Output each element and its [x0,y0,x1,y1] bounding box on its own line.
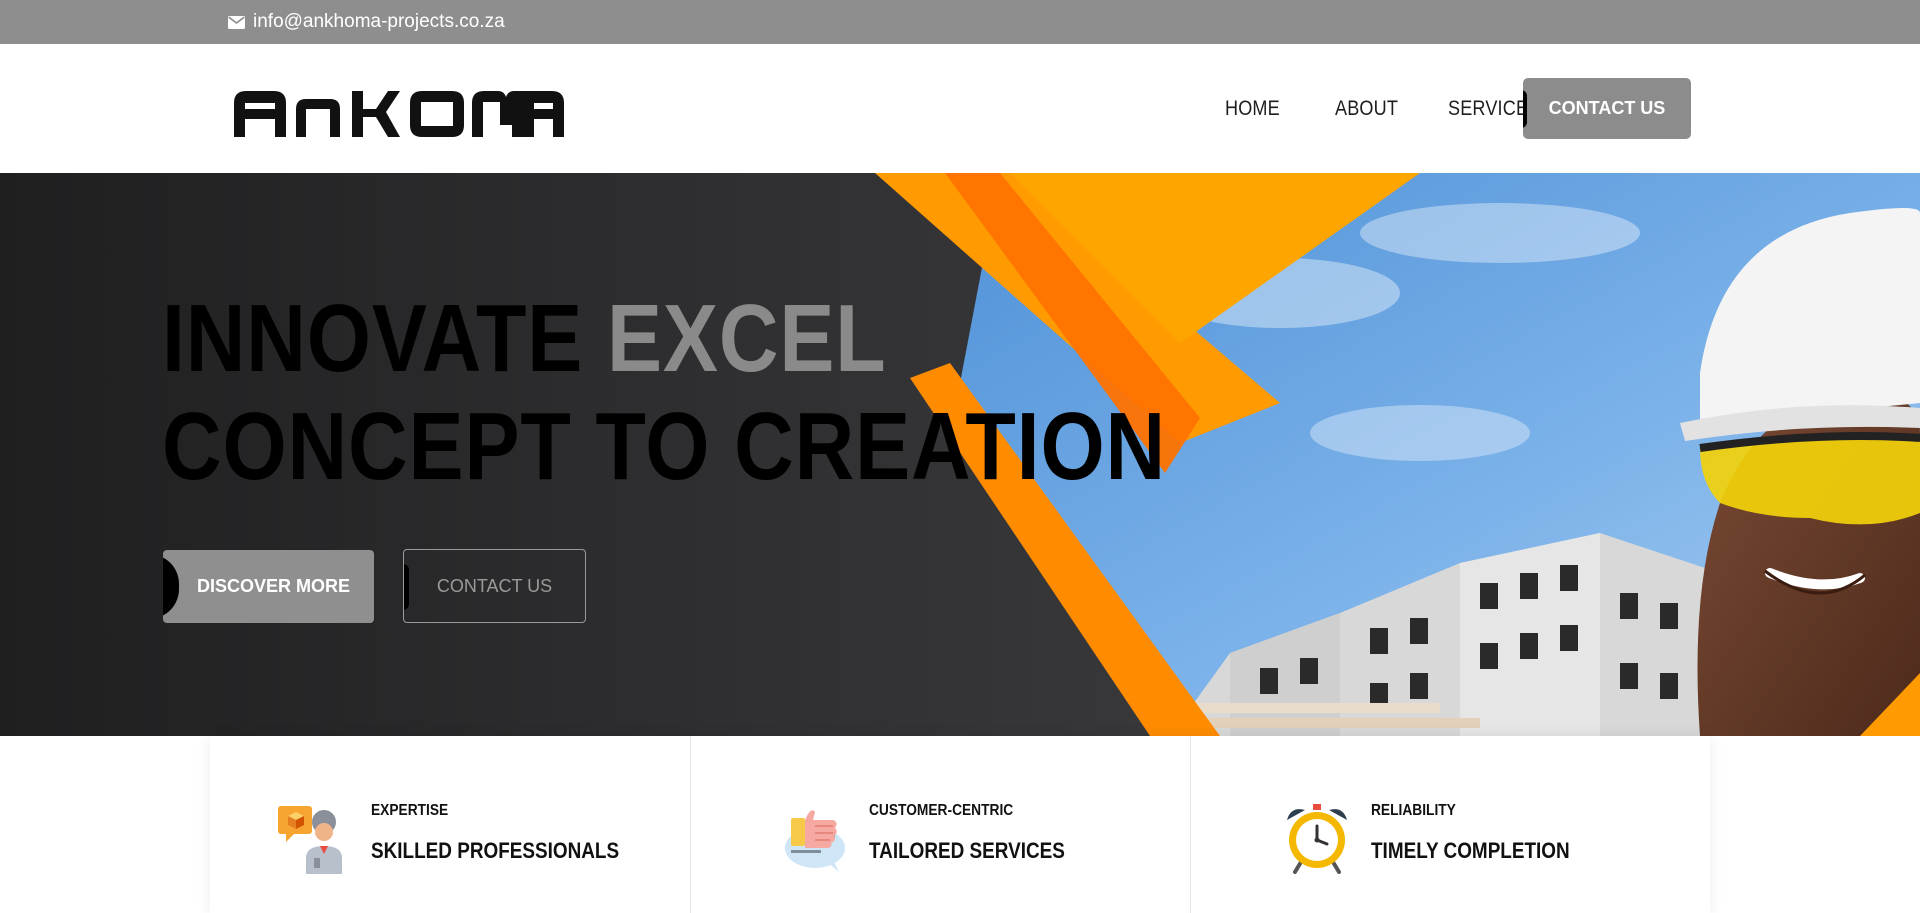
hero-title-line-1: INNOVATE EXCEL [162,285,1166,393]
contact-email-text: info@ankhoma-projects.co.za [253,11,505,32]
nav-home-label: HOME [1225,96,1280,120]
hero-section: INNOVATE EXCEL CONCEPT TO CREATION DISCO… [0,173,1920,736]
discover-more-button[interactable]: DISCOVER MORE [163,550,374,623]
ankoma-logo[interactable] [234,87,564,137]
envelope-icon [228,15,245,29]
professionals-icon [276,802,348,874]
feature-title: TIMELY COMPLETION [1371,838,1570,863]
header-contact-label: CONTACT US [1548,98,1666,118]
hero-title-excel: EXCEL [607,285,887,392]
feature-kicker: CUSTOMER-CENTRIC [869,802,1014,819]
header-contact-button[interactable]: CONTACT US [1523,78,1691,139]
nav-about-label: ABOUT [1334,96,1398,120]
hero-contact-label: CONTACT US [436,575,553,596]
nav-home[interactable]: HOME [1225,97,1280,121]
hero-contact-button[interactable]: CONTACT US [403,549,586,623]
feature-card: CUSTOMER-CENTRIC TAILORED SERVICES [691,736,1191,913]
feature-kicker: RELIABILITY [1371,802,1456,819]
discover-more-label: DISCOVER MORE [196,576,351,596]
feature-kicker: EXPERTISE [371,802,449,819]
feature-card: RELIABILITY TIMELY COMPLETION [1191,736,1710,913]
hero-title: INNOVATE EXCEL CONCEPT TO CREATION [162,285,1166,501]
site-header: HOME ABOUT SERVICE CONTACT US [0,44,1920,173]
feature-text: EXPERTISE SKILLED PROFESSIONALS [371,802,659,864]
nav-about[interactable]: ABOUT [1335,97,1398,121]
hero-title-innovate: INNOVATE [162,285,584,392]
hero-title-line-2: CONCEPT TO CREATION [162,393,1167,500]
feature-text: CUSTOMER-CENTRIC TAILORED SERVICES [869,802,1097,864]
feature-card: EXPERTISE SKILLED PROFESSIONALS [210,736,691,913]
features-strip: EXPERTISE SKILLED PROFESSIONALS CUSTOMER… [210,736,1710,913]
nav-service-label: SERVICE [1448,96,1529,120]
top-bar: info@ankhoma-projects.co.za [0,0,1920,44]
feature-text: RELIABILITY TIMELY COMPLETION [1371,802,1602,864]
alarm-clock-icon [1281,802,1353,874]
feature-title: TAILORED SERVICES [869,838,1065,863]
thumbs-up-icon [781,802,853,874]
feature-title: SKILLED PROFESSIONALS [371,838,620,863]
contact-email-link[interactable]: info@ankhoma-projects.co.za [228,0,505,44]
